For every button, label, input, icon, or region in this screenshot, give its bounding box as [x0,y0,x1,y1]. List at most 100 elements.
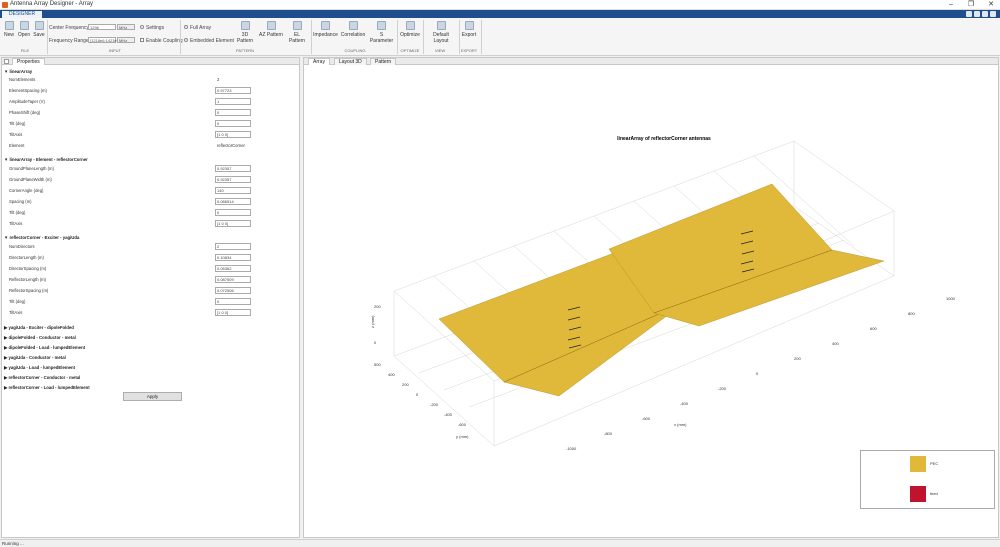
group-label-pattern: PATTERN [235,48,255,53]
el-pattern-icon [292,21,302,30]
z-ticks: 0 200 [374,304,381,345]
prop-value-input[interactable]: 0 [215,109,251,116]
prop-value-input[interactable]: 1 [215,98,251,105]
prop-value-input[interactable]: [1 0 0] [215,131,251,138]
tab-properties[interactable]: Properties [12,58,45,65]
prop-value-input[interactable]: [1 0 0] [215,309,251,316]
y-tick-label: -200 [430,402,439,407]
prop-value-input[interactable]: 0.92357 [215,165,251,172]
properties-panel: Properties ▼ linearArray NumElements 2 El… [1,57,300,538]
qat-undo-icon[interactable] [974,11,980,17]
frequency-range-unit-select[interactable]: MHz [117,37,135,43]
tab-pattern[interactable]: Pattern [370,58,397,65]
settings-radio[interactable] [140,25,144,29]
impedance-button[interactable]: Impedance [313,21,338,38]
open-button[interactable]: Open [17,21,31,38]
optimize-button[interactable]: Optimize [399,21,421,38]
new-icon [4,21,14,30]
prop-value-input[interactable]: 0.05362 [215,265,251,272]
export-button[interactable]: Export [461,21,477,38]
prop-value-input[interactable]: 0 [215,120,251,127]
prop-value-input[interactable]: 0.10834 [215,254,251,261]
prop-value-input[interactable]: 0 [215,209,251,216]
new-button[interactable]: New [3,21,15,38]
minimize-button[interactable]: – [944,0,958,10]
center-frequency-unit-select[interactable]: MHz [117,24,135,30]
pattern3d-button[interactable]: 3D Pattern [234,21,256,44]
apply-button[interactable]: Apply [123,392,182,401]
prop-value-input[interactable]: 0.072506 [215,287,251,294]
prop-value-input[interactable]: 0.087509 [215,276,251,283]
collapsed-section[interactable]: ▶ yagiUda - Exciter - dipoleFolded [2,323,299,333]
close-button[interactable]: ✕ [984,0,998,10]
prop-row: ReflectorSpacing (m) 0.072506 [2,286,299,296]
folder-icon [19,21,29,30]
prop-row: DirectorLength (m) 0.10834 [2,253,299,263]
impedance-icon [321,21,330,30]
frequency-range-label: Frequency Range [49,38,89,44]
prop-value-input[interactable]: 2 [215,243,251,250]
center-frequency-input[interactable]: 1296 [88,24,116,30]
prop-value-input[interactable]: 0.97723 [215,87,251,94]
default-layout-button[interactable]: Default Layout [425,21,457,44]
collapsed-section[interactable]: ▶ reflectorCorner - Conductor - metal [2,373,299,383]
prop-value-input[interactable]: 0 [215,298,251,305]
z-axis-label: z (mm) [370,315,375,328]
enable-coupling-label[interactable]: Enable Coupling [146,38,183,44]
export-icon [464,21,474,30]
maximize-button[interactable]: ❐ [964,0,978,10]
prop-value-input[interactable]: 0.92357 [215,176,251,183]
save-icon [34,21,44,30]
az-pattern-icon [266,21,276,30]
panel-menu-icon[interactable] [4,59,9,64]
group-separator [180,20,181,54]
status-text: Running ... [2,541,24,546]
tab-designer[interactable]: DESIGNER [2,11,43,18]
embedded-element-label[interactable]: Embedded Element [190,38,234,44]
enable-coupling-checkbox[interactable] [140,38,144,42]
x-tick-label: 800 [908,311,915,316]
antenna-element-2[interactable] [608,183,885,327]
prop-value-input[interactable]: 140 [215,187,251,194]
x-tick-label: 1000 [946,296,956,301]
title-bar: Antenna Array Designer - Array – ❐ ✕ [0,0,1000,10]
collapsed-section[interactable]: ▶ dipoleFolded - Load - lumpedElement [2,343,299,353]
el-pattern-button[interactable]: EL Pattern [286,21,308,44]
collapsed-section[interactable]: ▶ yagiUda - Load - lumpedElement [2,363,299,373]
correlation-icon [348,21,358,30]
tab-layout-3d[interactable]: Layout 3D [334,58,367,65]
tab-array[interactable]: Array [308,58,330,65]
collapsed-section[interactable]: ▶ dipoleFolded - Conductor - metal [2,333,299,343]
correlation-button[interactable]: Correlation [340,21,366,38]
z-tick-label: 200 [374,304,381,309]
group-separator [47,20,48,54]
s-parameter-button[interactable]: S Parameter [368,21,395,44]
save-button[interactable]: Save [33,21,45,38]
prop-value-input[interactable]: 0.086514 [215,198,251,205]
prop-row: GroundPlaneWidth (m) 0.92357 [2,175,299,185]
qat-redo-icon[interactable] [982,11,988,17]
settings-label[interactable]: Settings [146,25,164,31]
collapsed-section[interactable]: ▶ yagiUda - Conductor - metal [2,353,299,363]
full-array-radio[interactable] [184,25,188,29]
az-pattern-button[interactable]: AZ Pattern [259,21,283,38]
legend-swatch-feed [910,486,926,502]
prop-value-input[interactable]: [1 0 0] [215,220,251,227]
prop-row: NumDirectors 2 [2,242,299,252]
full-array-label[interactable]: Full Array [190,25,211,31]
embedded-element-radio[interactable] [184,38,188,42]
group-label-optimize: OPTIMIZE [400,48,420,53]
group-label-export: EXPORT [460,48,478,53]
prop-row: Tilt (deg) 0 [2,208,299,218]
frequency-range-input[interactable]: [1218e6:1423e6] [88,37,120,43]
optimize-icon [405,21,415,30]
prop-value-text: 2 [217,77,220,82]
x-tick-label: -800 [604,431,613,436]
prop-row: CornerAngle (deg) 140 [2,186,299,196]
qat-save-icon[interactable] [966,11,972,17]
status-bar: Running ... [0,539,1000,547]
prop-value-text: reflectorCorner [217,143,245,148]
x-tick-label: 0 [756,371,759,376]
qat-help-icon[interactable] [990,11,996,17]
prop-row: TiltAxis [1 0 0] [2,219,299,229]
